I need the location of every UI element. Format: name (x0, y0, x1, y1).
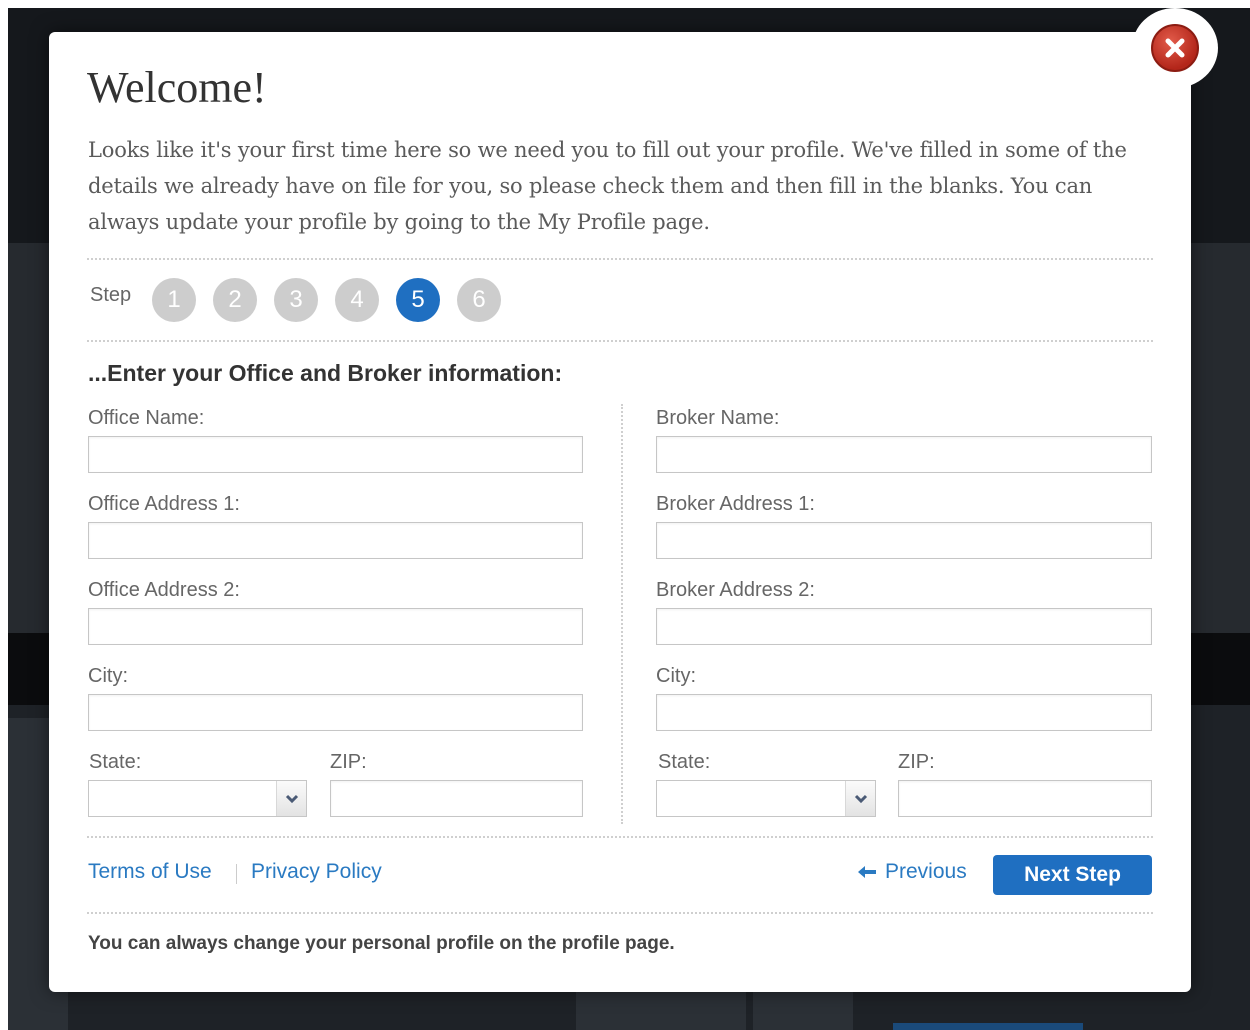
link-separator (236, 864, 237, 884)
modal-title: Welcome! (87, 63, 267, 112)
step-3[interactable]: 3 (274, 278, 318, 322)
step-1[interactable]: 1 (152, 278, 196, 322)
broker-city-label: City: (656, 665, 696, 687)
office-city-label: City: (88, 665, 128, 687)
footer-note: You can always change your personal prof… (88, 933, 675, 954)
office-address-1-label: Office Address 1: (88, 493, 240, 515)
background-button (893, 1023, 1083, 1030)
close-button[interactable] (1132, 8, 1218, 88)
broker-address-1-label: Broker Address 1: (656, 493, 815, 515)
office-name-label: Office Name: (88, 407, 205, 429)
step-2[interactable]: 2 (213, 278, 257, 322)
broker-city-input[interactable] (656, 694, 1152, 731)
broker-state-select[interactable] (656, 780, 876, 817)
step-6[interactable]: 6 (457, 278, 501, 322)
step-4[interactable]: 4 (335, 278, 379, 322)
office-zip-label: ZIP: (330, 751, 367, 773)
welcome-modal: Welcome! Looks like it's your first time… (49, 32, 1191, 992)
terms-of-use-link[interactable]: Terms of Use (88, 860, 212, 884)
column-divider (621, 404, 623, 824)
office-address-2-input[interactable] (88, 608, 583, 645)
broker-address-2-label: Broker Address 2: (656, 579, 815, 601)
chevron-down-icon (845, 781, 875, 816)
office-state-select[interactable] (88, 780, 307, 817)
office-zip-input[interactable] (330, 780, 583, 817)
step-5-current[interactable]: 5 (396, 278, 440, 322)
chevron-down-icon (276, 781, 306, 816)
broker-state-label: State: (658, 751, 711, 773)
broker-zip-input[interactable] (898, 780, 1152, 817)
arrow-left-icon (857, 865, 877, 879)
divider (87, 340, 1153, 342)
office-address-1-input[interactable] (88, 522, 583, 559)
divider (87, 258, 1153, 260)
divider (87, 836, 1153, 838)
close-icon (1151, 24, 1199, 72)
broker-address-1-input[interactable] (656, 522, 1152, 559)
divider (87, 912, 1153, 914)
office-state-label: State: (89, 751, 142, 773)
intro-text: Looks like it's your first time here so … (88, 138, 1127, 234)
previous-label: Previous (885, 860, 967, 883)
office-address-2-label: Office Address 2: (88, 579, 240, 601)
section-heading: ...Enter your Office and Broker informat… (88, 360, 563, 386)
broker-address-2-input[interactable] (656, 608, 1152, 645)
privacy-policy-link[interactable]: Privacy Policy (251, 860, 382, 884)
next-step-button[interactable]: Next Step (993, 855, 1152, 895)
office-name-input[interactable] (88, 436, 583, 473)
broker-zip-label: ZIP: (898, 751, 935, 773)
previous-button[interactable]: Previous (857, 860, 967, 884)
broker-name-input[interactable] (656, 436, 1152, 473)
step-label: Step (90, 284, 132, 306)
broker-name-label: Broker Name: (656, 407, 780, 429)
office-city-input[interactable] (88, 694, 583, 731)
